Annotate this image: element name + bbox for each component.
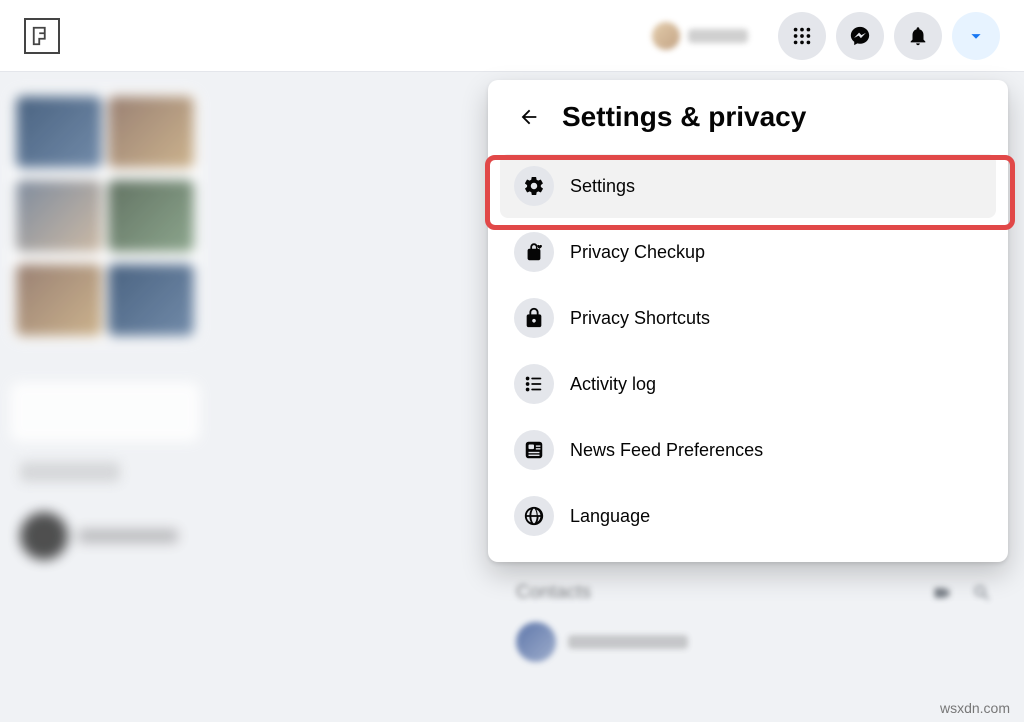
menu-item-news-feed-preferences[interactable]: News Feed Preferences xyxy=(500,418,996,482)
contacts-panel: Contacts xyxy=(504,582,1004,670)
contacts-title: Contacts xyxy=(516,582,912,604)
notifications-button[interactable] xyxy=(894,12,942,60)
menu-item-privacy-checkup[interactable]: Privacy Checkup xyxy=(500,220,996,284)
menu-label: Settings xyxy=(570,176,635,197)
messenger-button[interactable] xyxy=(836,12,884,60)
avatar xyxy=(652,22,680,50)
menu-label: News Feed Preferences xyxy=(570,440,763,461)
menu-item-privacy-shortcuts[interactable]: Privacy Shortcuts xyxy=(500,286,996,350)
account-dropdown-button[interactable] xyxy=(952,12,1000,60)
lock-icon xyxy=(514,298,554,338)
background-blur-left xyxy=(10,90,200,570)
watermark: wsxdn.com xyxy=(940,700,1010,716)
gear-icon xyxy=(514,166,554,206)
globe-icon xyxy=(514,496,554,536)
menu-label: Language xyxy=(570,506,650,527)
arrow-left-icon xyxy=(518,106,540,128)
video-icon[interactable] xyxy=(932,583,952,603)
feed-icon xyxy=(514,430,554,470)
menu-grid-button[interactable] xyxy=(778,12,826,60)
menu-label: Activity log xyxy=(570,374,656,395)
lock-heart-icon xyxy=(514,232,554,272)
profile-chip[interactable] xyxy=(640,16,760,56)
messenger-icon xyxy=(849,25,871,47)
logo-icon[interactable] xyxy=(24,18,60,54)
menu-item-settings[interactable]: Settings xyxy=(500,154,996,218)
search-icon[interactable] xyxy=(972,583,992,603)
list-icon xyxy=(514,364,554,404)
caret-down-icon xyxy=(965,25,987,47)
back-button[interactable] xyxy=(510,98,548,136)
contact-row[interactable] xyxy=(504,614,1004,670)
menu-item-activity-log[interactable]: Activity log xyxy=(500,352,996,416)
dropdown-title: Settings & privacy xyxy=(562,101,806,133)
grid-icon xyxy=(791,25,813,47)
menu-item-language[interactable]: Language xyxy=(500,484,996,548)
menu-label: Privacy Shortcuts xyxy=(570,308,710,329)
settings-privacy-dropdown: Settings & privacy Settings Privacy Chec… xyxy=(488,80,1008,562)
menu-label: Privacy Checkup xyxy=(570,242,705,263)
bell-icon xyxy=(907,25,929,47)
top-nav xyxy=(0,0,1024,72)
